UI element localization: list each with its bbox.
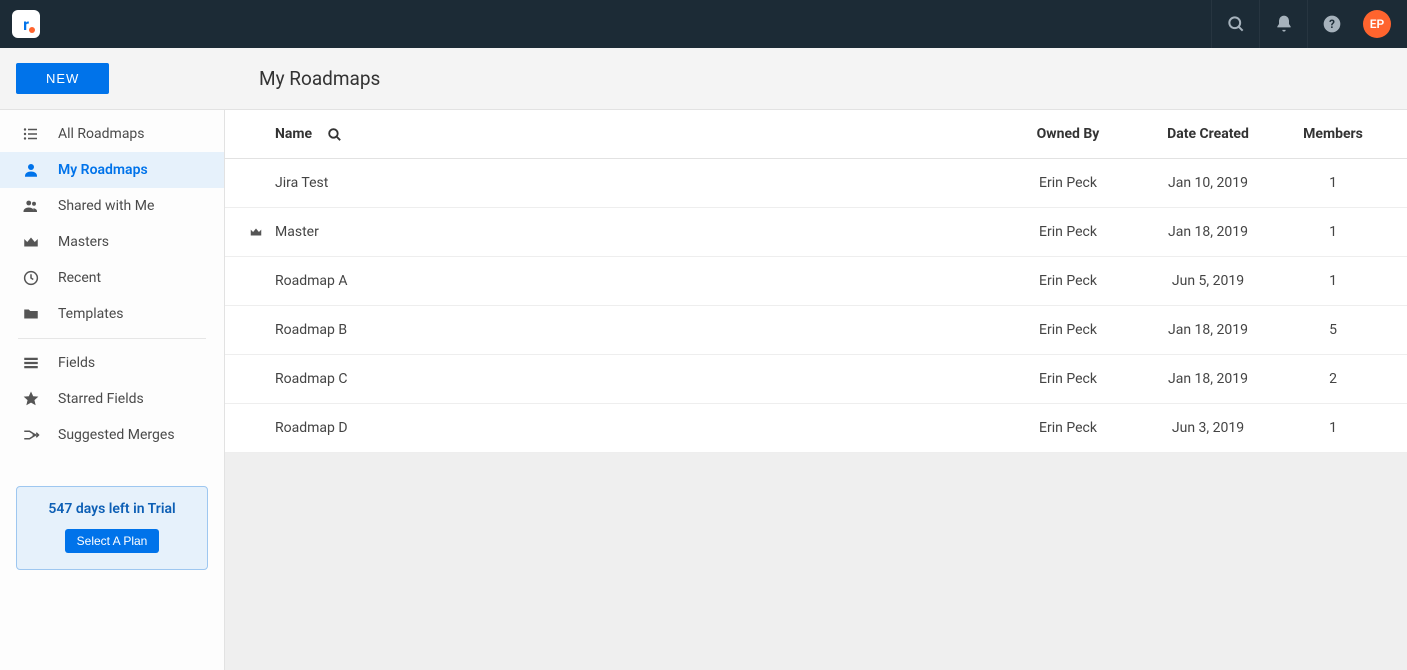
roadmap-date: Jan 18, 2019 bbox=[1133, 224, 1283, 240]
roadmap-members: 1 bbox=[1283, 273, 1383, 289]
roadmap-date: Jan 10, 2019 bbox=[1133, 175, 1283, 191]
people-icon bbox=[22, 197, 44, 215]
sidebar-item-label: Masters bbox=[58, 234, 109, 250]
sidebar-item-suggested-merges[interactable]: Suggested Merges bbox=[0, 417, 224, 453]
table-row[interactable]: Master Erin PeckJan 18, 20191 bbox=[225, 208, 1407, 257]
sidebar-item-label: Fields bbox=[58, 355, 95, 371]
roadmap-name: Jira Test bbox=[275, 175, 328, 191]
roadmap-name: Roadmap D bbox=[275, 420, 348, 436]
sidebar-item-fields[interactable]: Fields bbox=[0, 345, 224, 381]
roadmap-owner: Erin Peck bbox=[1003, 322, 1133, 338]
app-logo[interactable]: r bbox=[12, 10, 40, 38]
top-bar: r ? EP bbox=[0, 0, 1407, 48]
sidebar-item-label: All Roadmaps bbox=[58, 126, 145, 142]
list-icon bbox=[22, 125, 44, 143]
crown-icon bbox=[249, 225, 263, 239]
sidebar-item-label: Suggested Merges bbox=[58, 427, 175, 443]
table-row[interactable]: Jira Test Erin PeckJan 10, 20191 bbox=[225, 159, 1407, 208]
select-plan-button[interactable]: Select A Plan bbox=[65, 529, 160, 553]
crown-icon bbox=[22, 233, 44, 251]
sidebar-item-label: My Roadmaps bbox=[58, 162, 148, 178]
roadmap-owner: Erin Peck bbox=[1003, 175, 1133, 191]
table-row[interactable]: Roadmap D Erin PeckJun 3, 20191 bbox=[225, 404, 1407, 453]
sidebar-divider bbox=[18, 338, 206, 339]
roadmap-name: Roadmap C bbox=[275, 371, 347, 387]
sidebar-item-label: Recent bbox=[58, 270, 101, 286]
roadmap-members: 2 bbox=[1283, 371, 1383, 387]
sidebar-item-all-roadmaps[interactable]: All Roadmaps bbox=[0, 116, 224, 152]
sidebar: All Roadmaps My Roadmaps Shared with Me … bbox=[0, 110, 225, 670]
roadmap-members: 1 bbox=[1283, 420, 1383, 436]
roadmap-name: Master bbox=[275, 224, 319, 240]
notifications-icon[interactable] bbox=[1259, 0, 1307, 48]
roadmap-members: 5 bbox=[1283, 322, 1383, 338]
roadmap-owner: Erin Peck bbox=[1003, 420, 1133, 436]
table-row[interactable]: Roadmap C Erin PeckJan 18, 20192 bbox=[225, 355, 1407, 404]
help-icon[interactable]: ? bbox=[1307, 0, 1355, 48]
roadmap-owner: Erin Peck bbox=[1003, 224, 1133, 240]
sidebar-item-label: Starred Fields bbox=[58, 391, 144, 407]
col-date-header[interactable]: Date Created bbox=[1133, 126, 1283, 142]
col-members-header[interactable]: Members bbox=[1283, 126, 1383, 142]
trial-box: 547 days left in Trial Select A Plan bbox=[16, 486, 208, 570]
sidebar-item-shared[interactable]: Shared with Me bbox=[0, 188, 224, 224]
search-icon[interactable] bbox=[326, 126, 343, 143]
roadmaps-table: Name Owned By Date Created Members Jira … bbox=[225, 110, 1407, 453]
main-content: Name Owned By Date Created Members Jira … bbox=[225, 110, 1407, 670]
page-title: My Roadmaps bbox=[225, 67, 380, 90]
col-owner-header[interactable]: Owned By bbox=[1003, 126, 1133, 142]
col-name-header[interactable]: Name bbox=[275, 126, 312, 142]
sidebar-item-masters[interactable]: Masters bbox=[0, 224, 224, 260]
rows-icon bbox=[22, 354, 44, 372]
roadmap-owner: Erin Peck bbox=[1003, 371, 1133, 387]
roadmap-owner: Erin Peck bbox=[1003, 273, 1133, 289]
trial-days-left: 547 days left in Trial bbox=[27, 501, 197, 517]
person-icon bbox=[22, 161, 44, 179]
roadmap-name: Roadmap A bbox=[275, 273, 347, 289]
sidebar-item-label: Shared with Me bbox=[58, 198, 154, 214]
search-icon[interactable] bbox=[1211, 0, 1259, 48]
clock-icon bbox=[22, 269, 44, 287]
sidebar-item-label: Templates bbox=[58, 306, 124, 322]
table-header: Name Owned By Date Created Members bbox=[225, 110, 1407, 159]
roadmap-members: 1 bbox=[1283, 224, 1383, 240]
new-button[interactable]: NEW bbox=[16, 63, 109, 94]
roadmap-date: Jan 18, 2019 bbox=[1133, 322, 1283, 338]
star-icon bbox=[22, 390, 44, 408]
user-avatar[interactable]: EP bbox=[1363, 10, 1391, 38]
table-row[interactable]: Roadmap B Erin PeckJan 18, 20195 bbox=[225, 306, 1407, 355]
folder-icon bbox=[22, 305, 44, 323]
roadmap-date: Jan 18, 2019 bbox=[1133, 371, 1283, 387]
sidebar-item-templates[interactable]: Templates bbox=[0, 296, 224, 332]
roadmap-date: Jun 5, 2019 bbox=[1133, 273, 1283, 289]
sidebar-item-recent[interactable]: Recent bbox=[0, 260, 224, 296]
sidebar-item-my-roadmaps[interactable]: My Roadmaps bbox=[0, 152, 224, 188]
roadmap-date: Jun 3, 2019 bbox=[1133, 420, 1283, 436]
merge-icon bbox=[22, 426, 44, 444]
roadmap-name: Roadmap B bbox=[275, 322, 347, 338]
sub-bar: NEW My Roadmaps bbox=[0, 48, 1407, 110]
sidebar-item-starred-fields[interactable]: Starred Fields bbox=[0, 381, 224, 417]
svg-text:?: ? bbox=[1329, 17, 1335, 31]
roadmap-members: 1 bbox=[1283, 175, 1383, 191]
table-row[interactable]: Roadmap A Erin PeckJun 5, 20191 bbox=[225, 257, 1407, 306]
